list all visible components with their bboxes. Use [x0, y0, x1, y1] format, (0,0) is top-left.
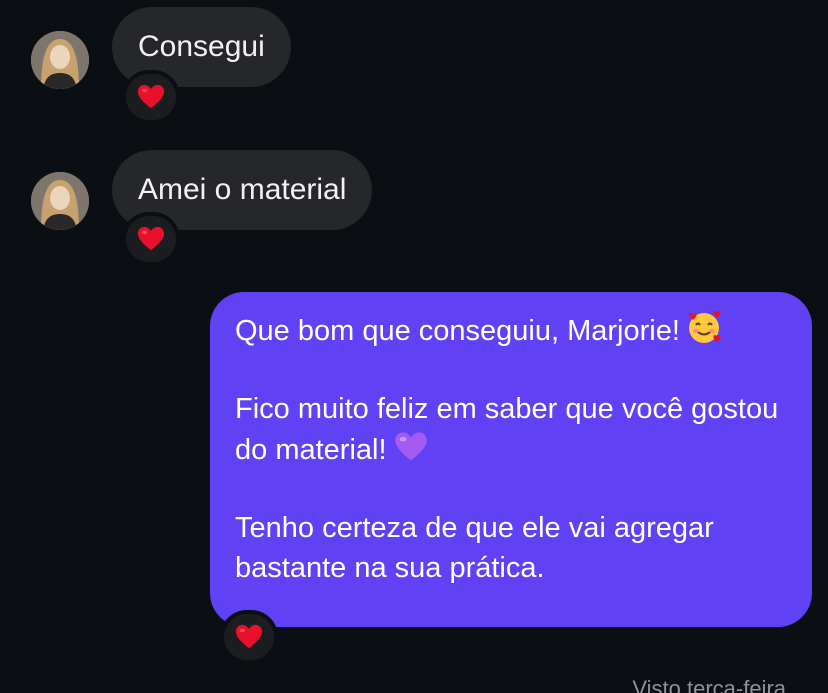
message-reaction[interactable] [122, 212, 180, 266]
outgoing-line: Fico muito feliz em saber que você gosto… [235, 389, 788, 470]
red-heart-icon [136, 224, 166, 254]
red-heart-icon [234, 622, 264, 652]
smiling-face-with-hearts-icon [686, 310, 722, 346]
sender-avatar[interactable] [31, 172, 89, 230]
outgoing-message[interactable]: Que bom que conseguiu, Marjorie! Fico mu… [210, 292, 812, 627]
chat-thread[interactable]: Consegui Amei o material Que bom que con… [0, 0, 828, 693]
message-reaction[interactable] [220, 610, 278, 664]
purple-heart-icon [393, 429, 429, 465]
outgoing-text: Que bom que conseguiu, Marjorie! [235, 315, 680, 347]
outgoing-line: Que bom que conseguiu, Marjorie! [235, 310, 788, 351]
outgoing-text: Fico muito feliz em saber que você gosto… [235, 393, 779, 466]
outgoing-text: Tenho certeza de que ele vai agregar bas… [235, 512, 714, 584]
message-reaction[interactable] [122, 70, 180, 124]
seen-status: Visto terça-feira [632, 676, 786, 693]
sender-avatar[interactable] [31, 31, 89, 89]
red-heart-icon [136, 82, 166, 112]
